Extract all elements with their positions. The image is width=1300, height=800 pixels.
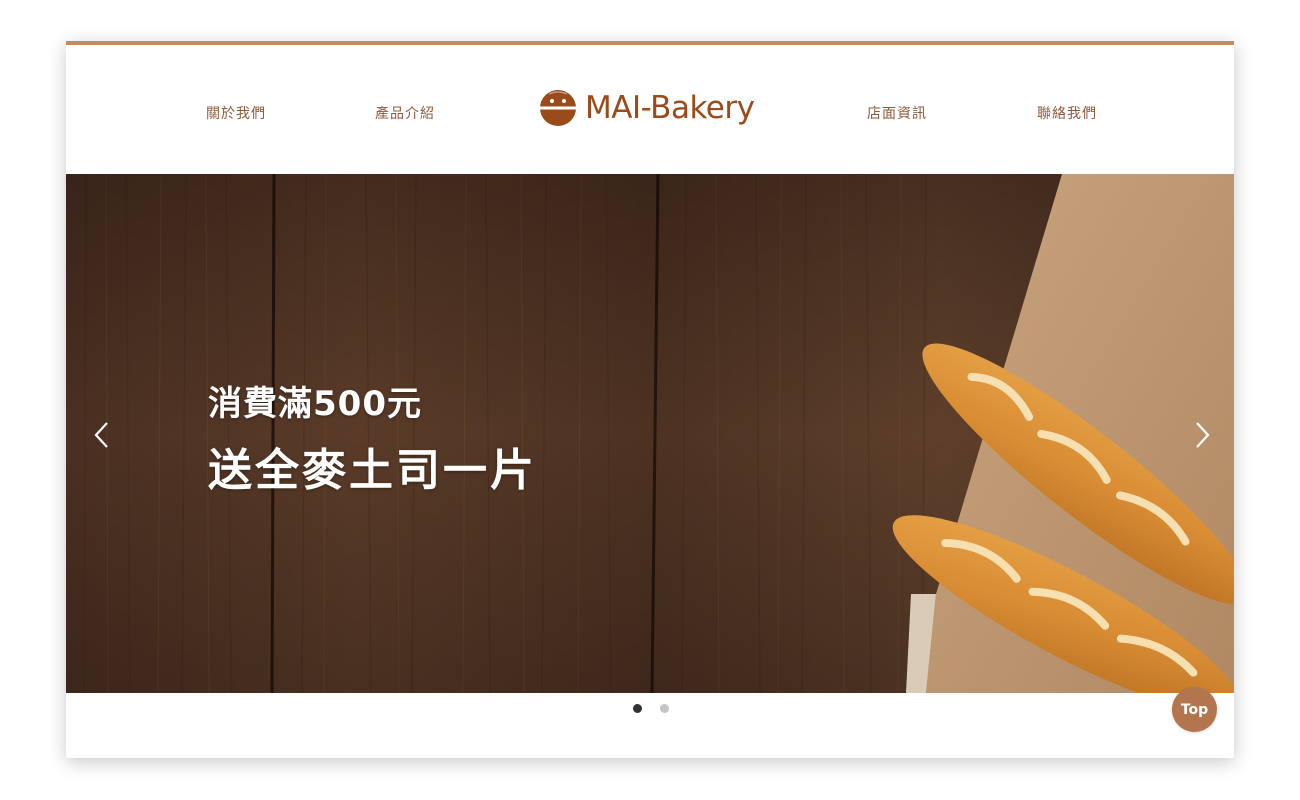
nav-link-about[interactable]: 關於我們: [206, 103, 266, 123]
logo-text: MAI-Bakery: [585, 90, 755, 126]
nav-link-store[interactable]: 店面資訊: [867, 103, 927, 123]
page-frame: 關於我們 產品介紹 MAI-Bakery 店面資訊 聯絡我們 消費滿500元 送…: [66, 41, 1234, 758]
nav-link-products[interactable]: 產品介紹: [375, 103, 435, 123]
hero-carousel: 消費滿500元 送全麥土司一片: [66, 174, 1234, 693]
hero-title-line1: 消費滿500元: [208, 384, 422, 424]
hero-title-line2: 送全麥土司一片: [208, 445, 537, 496]
carousel-dot-1[interactable]: [633, 704, 642, 713]
bread-face-icon: [540, 90, 576, 126]
chevron-right-icon[interactable]: [1190, 420, 1214, 450]
carousel-indicators: [66, 704, 1234, 714]
chevron-left-icon[interactable]: [90, 420, 114, 450]
back-to-top-button[interactable]: Top: [1172, 687, 1217, 732]
carousel-dot-2[interactable]: [660, 704, 669, 713]
navbar: 關於我們 產品介紹 MAI-Bakery 店面資訊 聯絡我們: [66, 45, 1234, 174]
nav-link-contact[interactable]: 聯絡我們: [1037, 103, 1097, 123]
logo[interactable]: MAI-Bakery: [539, 88, 755, 128]
